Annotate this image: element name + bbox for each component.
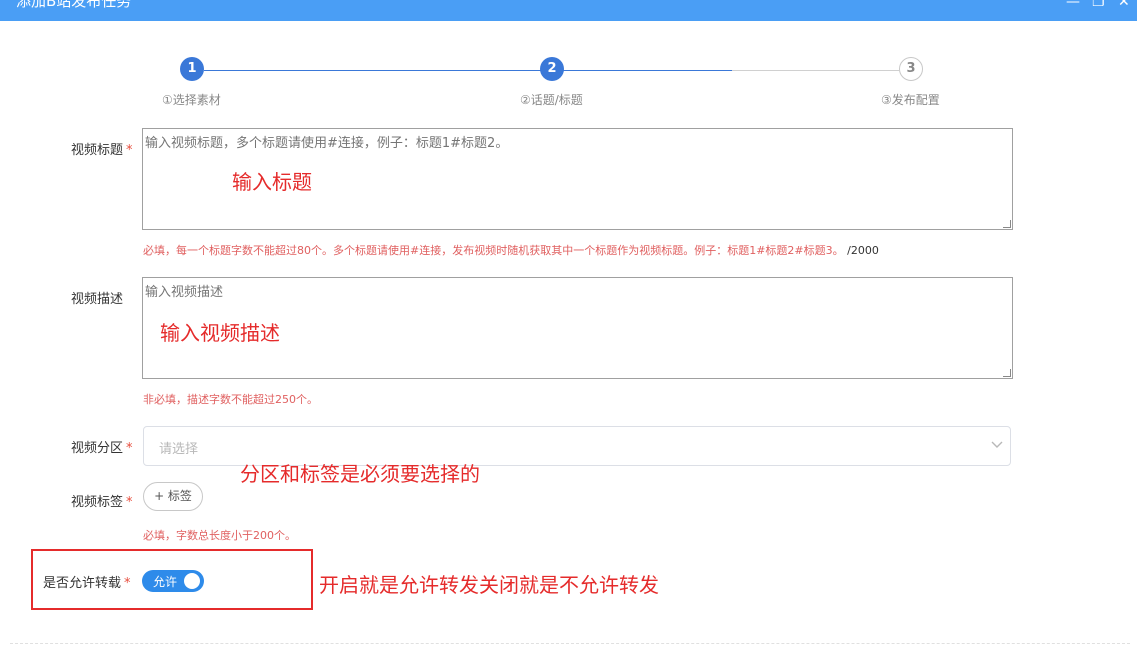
add-tag-button[interactable]: + 标签 [143, 482, 203, 511]
step-connector-done [204, 70, 732, 71]
toggle-knob [184, 573, 200, 589]
repost-label-text: 是否允许转载 [43, 576, 122, 591]
step-connector-pending [732, 70, 899, 71]
select-placeholder: 请选择 [159, 442, 199, 457]
video-tags-hint: 必填，字数总长度小于200个。 [143, 529, 296, 542]
title-char-counter: /2000 [847, 244, 879, 257]
minimize-icon[interactable]: — [1066, 0, 1080, 10]
step-1-circle: 1 [180, 57, 204, 81]
dialog-header: 添加B站发布任务 — ❐ ✕ [0, 0, 1137, 21]
chevron-down-icon [991, 441, 1003, 448]
bottom-divider [10, 643, 1130, 644]
close-icon[interactable]: ✕ [1118, 0, 1130, 10]
step-2-label: ②话题/标题 [520, 93, 583, 107]
video-title-label: 视频标题 * [71, 139, 133, 158]
add-bilibili-task-dialog: 添加B站发布任务 — ❐ ✕ 1 2 3 ①选择素材 ②话题/标题 ③发布配置 … [0, 0, 1137, 645]
video-title-hint-text: 必填，每一个标题字数不能超过80个。多个标题请使用#连接，发布视频时随机获取其中… [143, 244, 844, 257]
video-category-label: 视频分区 * [71, 437, 133, 456]
step-3-label: ③发布配置 [881, 93, 940, 107]
video-title-label-text: 视频标题 [71, 143, 124, 158]
repost-annotation: 开启就是允许转发关闭就是不允许转发 [319, 573, 659, 597]
resize-grip-icon[interactable] [1003, 220, 1011, 228]
restore-icon[interactable]: ❐ [1092, 0, 1105, 10]
required-mark: * [126, 143, 133, 158]
video-title-hint: 必填，每一个标题字数不能超过80个。多个标题请使用#连接，发布视频时随机获取其中… [143, 242, 879, 258]
step-3-circle: 3 [899, 57, 923, 81]
required-mark: * [126, 495, 133, 510]
video-tags-label: 视频标签 * [71, 491, 133, 510]
video-description-hint: 非必填，描述字数不能超过250个。 [143, 393, 318, 406]
step-1-label: ①选择素材 [162, 93, 221, 107]
video-category-label-text: 视频分区 [71, 441, 124, 456]
video-description-label: 视频描述 [71, 292, 124, 307]
repost-label: 是否允许转载 * [43, 572, 131, 591]
step-2-circle: 2 [540, 57, 564, 81]
video-tags-label-text: 视频标签 [71, 495, 124, 510]
title-annotation: 输入标题 [232, 170, 312, 194]
dialog-title: 添加B站发布任务 [16, 0, 132, 10]
repost-toggle-text: 允许 [153, 575, 178, 589]
description-annotation: 输入视频描述 [160, 321, 280, 345]
repost-toggle[interactable]: 允许 [142, 570, 204, 592]
required-mark: * [124, 576, 131, 591]
resize-grip-icon[interactable] [1003, 369, 1011, 377]
category-annotation: 分区和标签是必须要选择的 [240, 462, 480, 486]
required-mark: * [126, 441, 133, 456]
